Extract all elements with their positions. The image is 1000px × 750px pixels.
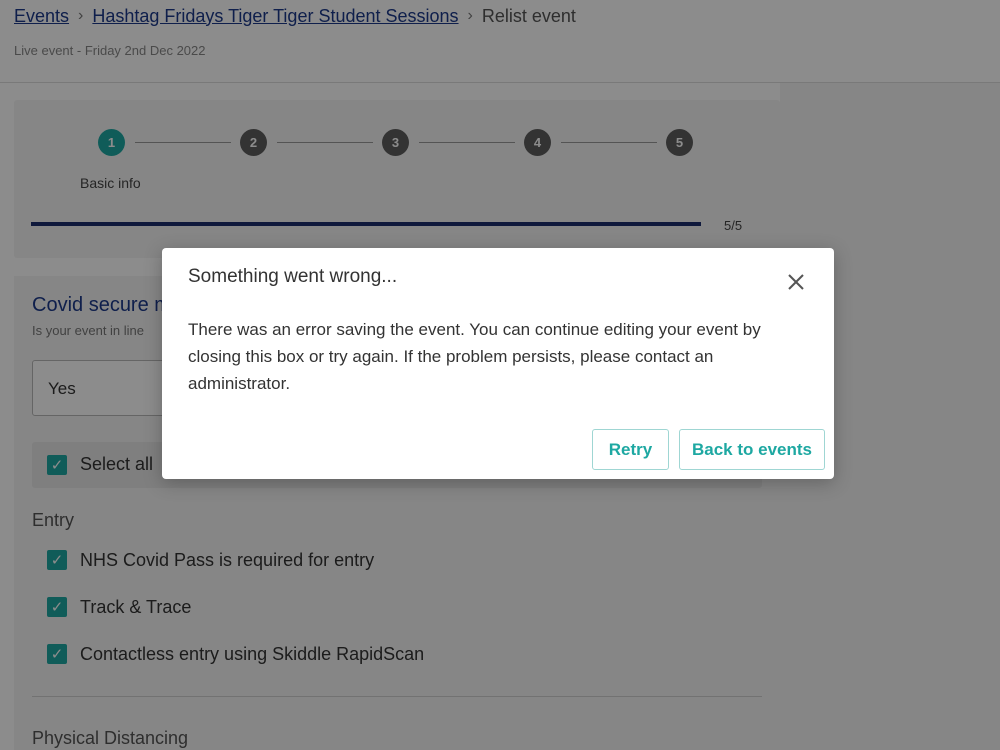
error-dialog: Something went wrong... There was an err… (162, 248, 834, 479)
back-to-events-button[interactable]: Back to events (679, 429, 825, 470)
retry-button[interactable]: Retry (592, 429, 669, 470)
dialog-message: There was an error saving the event. You… (188, 320, 761, 393)
close-button[interactable] (778, 264, 814, 300)
dialog-title: Something went wrong... (188, 266, 398, 287)
relist-event-page: Events › Hashtag Fridays Tiger Tiger Stu… (0, 0, 1000, 750)
close-icon (788, 274, 804, 290)
